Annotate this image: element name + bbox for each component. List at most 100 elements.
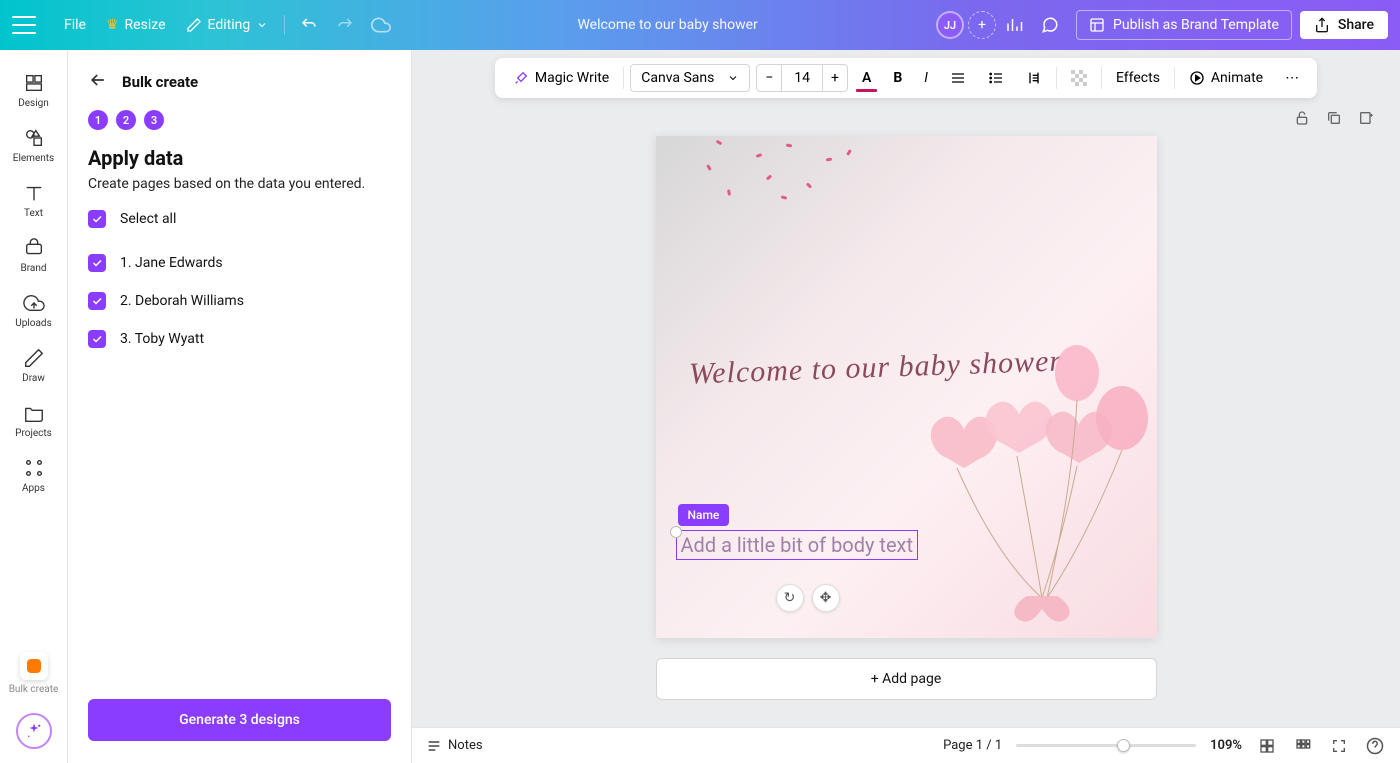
canvas-scroll[interactable]: Welcome to our baby shower Name Add a li… [412, 128, 1400, 727]
page-actions [412, 98, 1400, 128]
generate-designs-button[interactable]: Generate 3 designs [88, 699, 391, 741]
checkbox-icon[interactable] [88, 292, 106, 310]
animate-icon [1189, 70, 1205, 86]
rail-uploads[interactable]: Uploads [5, 284, 63, 337]
separator [1174, 67, 1175, 89]
rail-label: Brand [20, 263, 46, 274]
slider-thumb[interactable] [1117, 739, 1130, 752]
share-button[interactable]: Share [1300, 11, 1388, 39]
record-label: 3. Toby Wyatt [120, 331, 204, 347]
zoom-value[interactable]: 109% [1210, 738, 1242, 753]
step-3[interactable]: 3 [144, 110, 164, 130]
font-family-select[interactable]: Canva Sans [630, 64, 750, 92]
magic-write-button[interactable]: Magic Write [505, 65, 617, 91]
animate-label: Animate [1211, 70, 1263, 86]
back-button[interactable] [88, 70, 108, 94]
sync-icon[interactable]: ↻ [776, 584, 804, 612]
design-canvas[interactable]: Welcome to our baby shower Name Add a li… [656, 136, 1157, 638]
user-avatar[interactable]: JJ [936, 11, 964, 39]
transparency-button[interactable] [1063, 65, 1095, 91]
body-text-element[interactable]: Add a little bit of body text [676, 530, 919, 560]
record-row[interactable]: 2. Deborah Williams [88, 292, 391, 310]
zoom-slider[interactable] [1016, 744, 1196, 747]
help-icon[interactable] [1364, 735, 1386, 757]
more-options-button[interactable]: ⋯ [1277, 65, 1307, 91]
rail-label: Design [18, 98, 49, 109]
checkbox-icon[interactable] [88, 330, 106, 348]
font-size-control: − 14 + [756, 64, 848, 92]
rail-label: Text [24, 208, 43, 219]
fullscreen-icon[interactable] [1328, 735, 1350, 757]
font-size-decrease[interactable]: − [757, 65, 781, 91]
text-color-button[interactable]: A [854, 65, 879, 91]
thumbnail-view-icon[interactable] [1292, 735, 1314, 757]
effects-button[interactable]: Effects [1108, 65, 1168, 91]
rail-elements[interactable]: Elements [5, 119, 63, 172]
rail-draw[interactable]: Draw [5, 339, 63, 392]
rotation-handle[interactable] [670, 526, 682, 538]
grid-view-icon[interactable] [1256, 735, 1278, 757]
chevron-down-icon [727, 72, 739, 84]
step-2[interactable]: 2 [116, 110, 136, 130]
balloons-graphic [897, 338, 1157, 638]
add-collaborator-button[interactable]: + [968, 11, 996, 39]
notes-button[interactable]: Notes [426, 738, 483, 754]
rail-text[interactable]: Text [5, 174, 63, 227]
rail-apps[interactable]: Apps [5, 449, 63, 502]
comment-icon[interactable] [1032, 7, 1068, 43]
chevron-down-icon [256, 19, 268, 31]
rail-label: Uploads [15, 318, 51, 329]
checkbox-icon[interactable] [88, 254, 106, 272]
text-toolbar: Magic Write Canva Sans − 14 + A B I Effe… [495, 58, 1317, 98]
lock-icon[interactable] [1292, 108, 1312, 128]
crown-icon: ♛ [106, 17, 119, 33]
data-records-list: Select all 1. Jane Edwards 2. Deborah Wi… [68, 210, 411, 348]
rail-projects[interactable]: Projects [5, 394, 63, 447]
document-title[interactable]: Welcome to our baby shower [399, 17, 936, 33]
canvas-area: Magic Write Canva Sans − 14 + A B I Effe… [412, 50, 1400, 727]
data-field-tag[interactable]: Name [678, 504, 730, 526]
undo-button[interactable] [291, 7, 327, 43]
font-size-increase[interactable]: + [823, 65, 847, 91]
select-all-row[interactable]: Select all [88, 210, 391, 228]
bold-button[interactable]: B [885, 65, 910, 91]
rail-label: Projects [15, 428, 52, 439]
record-row[interactable]: 1. Jane Edwards [88, 254, 391, 272]
checkbox-icon[interactable] [88, 210, 106, 228]
animate-button[interactable]: Animate [1181, 65, 1271, 91]
list-button[interactable] [980, 65, 1012, 91]
notes-icon [426, 738, 442, 754]
magic-sparkle-button[interactable] [16, 713, 52, 749]
share-label: Share [1338, 17, 1374, 33]
analytics-icon[interactable] [996, 7, 1032, 43]
publish-brand-template-button[interactable]: Publish as Brand Template [1076, 10, 1292, 40]
rail-label: Bulk create [9, 684, 59, 695]
step-1[interactable]: 1 [88, 110, 108, 130]
rail-bulk-create[interactable]: Bulk create [5, 644, 63, 703]
resize-button[interactable]: ♛Resize [96, 11, 176, 39]
spacing-button[interactable] [1018, 65, 1050, 91]
font-size-value[interactable]: 14 [781, 65, 823, 91]
file-menu[interactable]: File [54, 11, 96, 39]
left-rail: Design Elements Text Brand Uploads Draw … [0, 50, 68, 763]
menu-icon[interactable] [12, 16, 36, 34]
record-label: 2. Deborah Williams [120, 293, 244, 309]
element-floating-controls: ↻ ✥ [776, 584, 840, 612]
add-page-icon[interactable] [1356, 108, 1376, 128]
separator [284, 15, 285, 35]
page-indicator: Page 1 / 1 [943, 738, 1002, 753]
editing-mode-dropdown[interactable]: Editing [176, 11, 279, 39]
duplicate-page-icon[interactable] [1324, 108, 1344, 128]
confetti-graphic [696, 136, 876, 216]
align-button[interactable] [942, 65, 974, 91]
italic-button[interactable]: I [916, 65, 936, 91]
add-page-button[interactable]: + Add page [656, 658, 1157, 700]
upload-icon [1314, 17, 1330, 33]
rail-design[interactable]: Design [5, 64, 63, 117]
record-row[interactable]: 3. Toby Wyatt [88, 330, 391, 348]
cloud-sync-icon[interactable] [363, 7, 399, 43]
move-icon[interactable]: ✥ [812, 584, 840, 612]
publish-label: Publish as Brand Template [1113, 17, 1279, 33]
redo-button[interactable] [327, 7, 363, 43]
rail-brand[interactable]: Brand [5, 229, 63, 282]
